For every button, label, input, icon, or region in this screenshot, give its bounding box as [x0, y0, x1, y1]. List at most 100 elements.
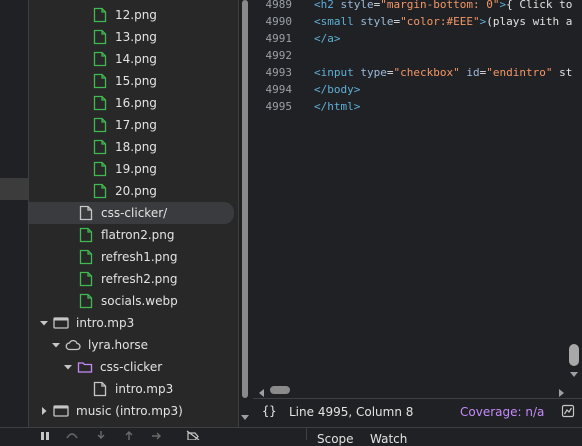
code-line[interactable]: 4993 <input type="checkbox" id="endintro"…	[253, 64, 582, 81]
tree-item-label: 20.png	[115, 184, 157, 198]
tree-item-label: 16.png	[115, 96, 157, 110]
tree-item-label: intro.mp3	[76, 316, 135, 330]
line-number[interactable]: 4992	[253, 47, 293, 64]
tree-item[interactable]: 17.png	[29, 114, 238, 136]
chevron-right-icon[interactable]	[39, 406, 49, 416]
code-token: st	[552, 66, 573, 79]
code-token: "endintro"	[486, 66, 553, 79]
editor-scroll-down-arrow-icon[interactable]	[569, 368, 579, 378]
tree-item-label: 13.png	[115, 30, 157, 44]
code-editor[interactable]: 4989 <h2 style="margin-bottom: 0">{ Click…	[253, 0, 582, 383]
tree-item-label: refresh2.png	[101, 272, 178, 286]
document-file-icon	[78, 205, 94, 221]
tab-watch[interactable]: Watch	[370, 432, 407, 446]
tree-item-label: 14.png	[115, 52, 157, 66]
tab-scope[interactable]: Scope	[317, 432, 354, 446]
line-number[interactable]: 4993	[253, 64, 293, 81]
code-line[interactable]: 4994 </body>	[253, 81, 582, 98]
code-line[interactable]: 4991 </a>	[253, 30, 582, 47]
tree-item[interactable]: intro.mp3	[29, 378, 238, 400]
tree-item[interactable]: refresh2.png	[29, 268, 238, 290]
tree-item[interactable]: 14.png	[29, 48, 238, 70]
editor-vertical-scrollbar-thumb[interactable]	[569, 344, 579, 366]
tree-item-label: 17.png	[115, 118, 157, 132]
editor-horizontal-scrollbar[interactable]	[253, 383, 582, 397]
code-token: (plays with a	[486, 15, 573, 28]
image-file-icon	[92, 51, 108, 67]
image-file-icon	[92, 161, 108, 177]
left-panel-selected-row[interactable]	[0, 178, 28, 200]
tree-item[interactable]: 16.png	[29, 92, 238, 114]
code-text: <h2 style="margin-bottom: 0">{ Click to	[314, 0, 572, 13]
chevron-down-icon[interactable]	[51, 340, 61, 350]
tree-item[interactable]: flatron2.png	[29, 224, 238, 246]
tree-item-label: socials.webp	[101, 294, 178, 308]
cursor-position: Line 4995, Column 8	[289, 405, 414, 419]
line-number[interactable]: 4989	[253, 0, 293, 13]
tree-item[interactable]: 20.png	[29, 180, 238, 202]
tree-item[interactable]: music (intro.mp3)	[29, 400, 238, 422]
file-tree: 12.png 13.png 14.png 15.png 16.png 17.png 18.p…	[29, 0, 238, 428]
tree-item-label: 12.png	[115, 8, 157, 22]
code-text: </a>	[314, 30, 341, 47]
file-tree-scrollbar-thumb[interactable]	[242, 0, 248, 398]
debugger-toolbar	[0, 427, 582, 441]
code-line[interactable]: 4989 <h2 style="margin-bottom: 0">{ Click…	[253, 0, 582, 13]
line-number[interactable]: 4994	[253, 81, 293, 98]
code-line[interactable]: 4995 </html>	[253, 98, 582, 115]
step-into-icon[interactable]	[94, 429, 108, 440]
line-number[interactable]: 4990	[253, 13, 293, 30]
code-line[interactable]: 4992	[253, 47, 582, 64]
frame-icon	[53, 315, 69, 331]
tree-item-label: 15.png	[115, 74, 157, 88]
tree-item[interactable]: refresh1.png	[29, 246, 238, 268]
scroll-down-arrow-icon[interactable]	[240, 411, 250, 421]
pause-icon[interactable]	[38, 429, 52, 440]
pretty-print-button[interactable]: {}	[262, 404, 276, 418]
code-token: id	[466, 66, 480, 79]
tree-item[interactable]: 19.png	[29, 158, 238, 180]
code-token: type	[360, 66, 387, 79]
step-icon[interactable]	[150, 429, 164, 440]
code-token: </a>	[314, 32, 341, 45]
tree-item-label: 19.png	[115, 162, 157, 176]
tree-item-label: lyra.horse	[88, 338, 149, 352]
image-file-icon	[78, 227, 94, 243]
line-number[interactable]: 4995	[253, 98, 293, 115]
coverage-icon[interactable]	[561, 404, 575, 418]
scroll-left-arrow-icon[interactable]	[258, 386, 266, 397]
tree-item[interactable]: 15.png	[29, 70, 238, 92]
code-text: <input type="checkbox" id="endintro" st	[314, 64, 572, 81]
image-file-icon	[92, 95, 108, 111]
tree-item[interactable]: intro.mp3	[29, 312, 238, 334]
image-file-icon	[92, 117, 108, 133]
image-file-icon	[92, 139, 108, 155]
tree-item[interactable]: lyra.horse	[29, 334, 238, 356]
tree-item[interactable]: 18.png	[29, 136, 238, 158]
scroll-right-arrow-icon[interactable]	[557, 386, 565, 397]
code-token: style	[360, 15, 394, 28]
code-token: { Click to	[506, 0, 573, 11]
tree-item[interactable]: css-clicker	[29, 356, 238, 378]
tree-item[interactable]: 13.png	[29, 26, 238, 48]
code-text: </body>	[314, 81, 360, 98]
code-token: "checkbox"	[393, 66, 460, 79]
chevron-down-icon[interactable]	[39, 318, 49, 328]
tree-item-label: music (intro.mp3)	[76, 404, 183, 418]
line-number[interactable]: 4991	[253, 30, 293, 47]
deactivate-breakpoints-icon[interactable]	[186, 429, 200, 441]
step-over-icon[interactable]	[65, 429, 79, 440]
coverage-status[interactable]: Coverage: n/a	[460, 405, 544, 419]
toolbar-divider	[306, 428, 307, 440]
tree-item[interactable]: socials.webp	[29, 290, 238, 312]
image-file-icon	[78, 271, 94, 287]
tree-item[interactable]: css-clicker/	[29, 202, 234, 224]
code-line[interactable]: 4990 <small style="color:#EEE">(plays wit…	[253, 13, 582, 30]
chevron-down-icon[interactable]	[63, 362, 73, 372]
code-token: </body>	[314, 83, 361, 96]
editor-horizontal-scrollbar-thumb[interactable]	[270, 386, 290, 394]
code-token: "color:#EEE"	[400, 15, 480, 28]
tree-item[interactable]: 12.png	[29, 4, 238, 26]
tree-item-label: intro.mp3	[115, 382, 174, 396]
step-out-icon[interactable]	[122, 429, 136, 440]
